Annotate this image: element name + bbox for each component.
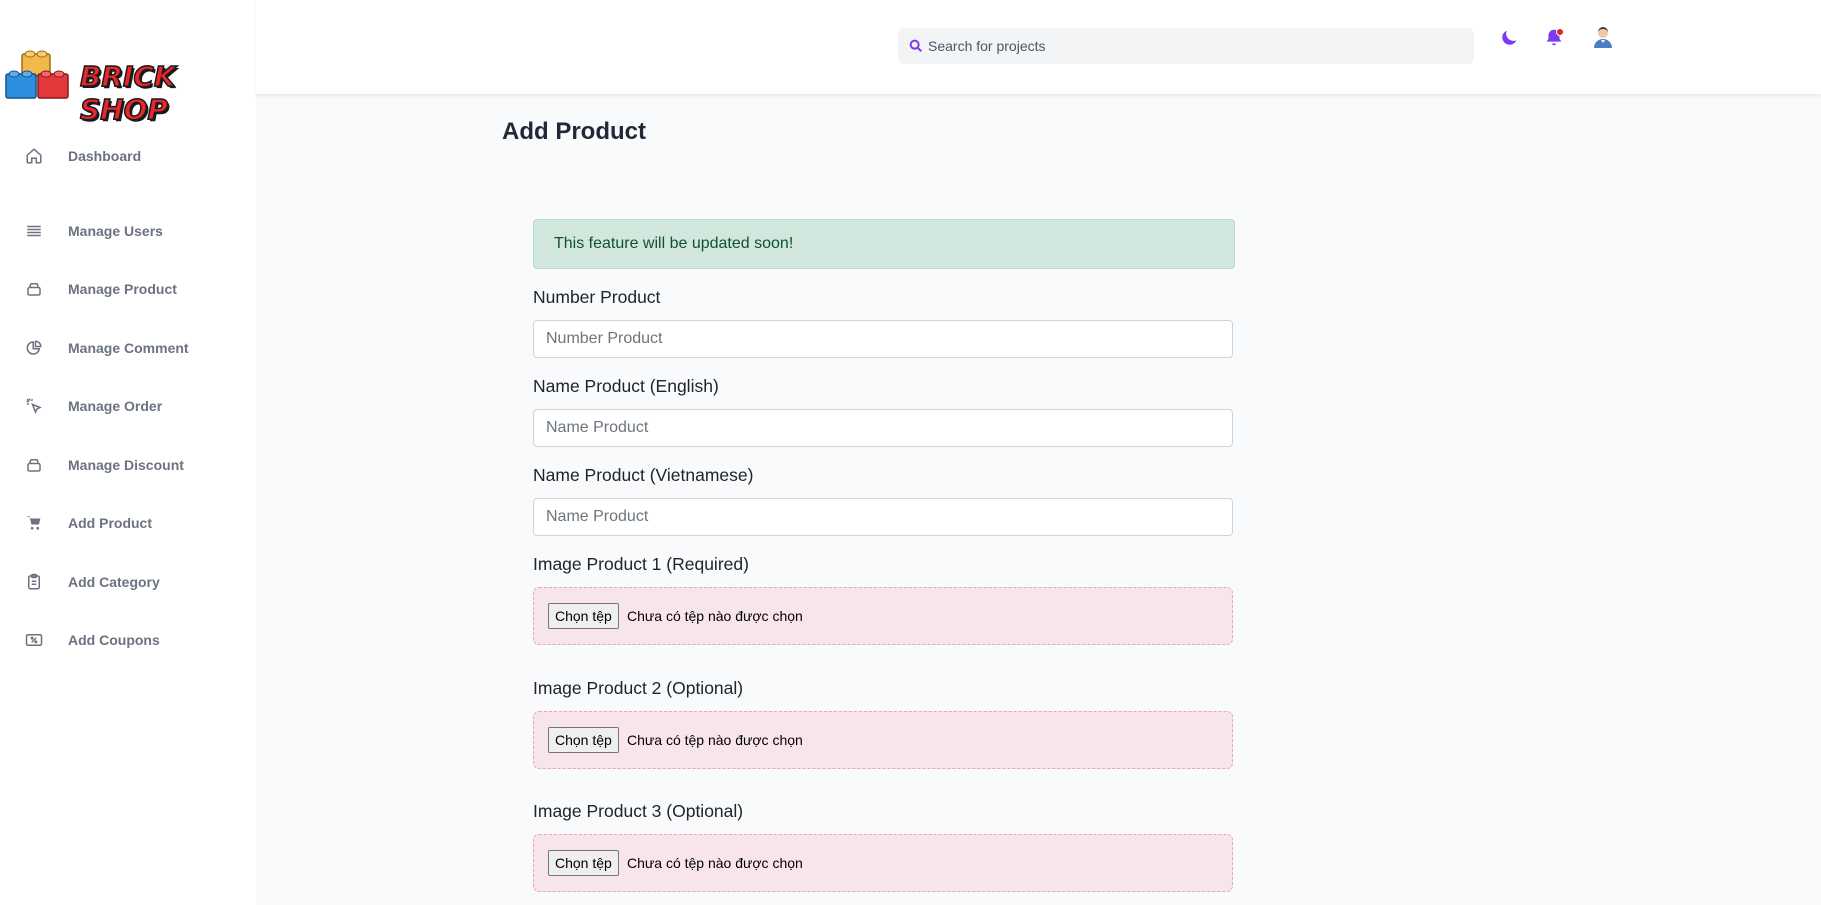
name-product-vietnamese-label: Name Product (Vietnamese)	[533, 465, 754, 485]
top-bar	[256, 0, 1821, 94]
sidebar-item-label: Manage Users	[68, 223, 163, 239]
choose-file-button[interactable]: Chọn tệp	[548, 850, 619, 876]
sidebar-item-dashboard[interactable]: Dashboard	[0, 136, 256, 176]
image-product-1-upload: Chọn tệp Chưa có tệp nào được chọn	[533, 587, 1233, 645]
sidebar-item-label: Manage Comment	[68, 340, 189, 356]
image-product-2-label: Image Product 2 (Optional)	[533, 678, 744, 698]
list-icon	[24, 221, 44, 241]
search-input[interactable]	[928, 28, 1468, 64]
pie-chart-icon	[24, 338, 44, 358]
file-status: Chưa có tệp nào được chọn	[627, 855, 803, 871]
file-status: Chưa có tệp nào được chọn	[627, 732, 803, 748]
sidebar-item-label: Add Category	[68, 574, 160, 590]
box-icon	[24, 279, 44, 299]
sidebar-item-manage-users[interactable]: Manage Users	[0, 211, 256, 251]
sidebar-item-add-product[interactable]: Add Product	[0, 503, 256, 543]
cursor-click-icon	[24, 396, 44, 416]
info-alert: This feature will be updated soon!	[533, 219, 1235, 269]
sidebar-item-label: Add Product	[68, 515, 152, 531]
image-product-3-upload: Chọn tệp Chưa có tệp nào được chọn	[533, 834, 1233, 892]
main-content: Add Product This feature will be updated…	[256, 94, 1821, 905]
sidebar-item-manage-order[interactable]: Manage Order	[0, 386, 256, 426]
number-product-input[interactable]	[533, 320, 1233, 358]
sidebar-item-manage-comment[interactable]: Manage Comment	[0, 328, 256, 368]
sidebar-item-label: Manage Discount	[68, 457, 184, 473]
image-product-2-upload: Chọn tệp Chưa có tệp nào được chọn	[533, 711, 1233, 769]
brand-name: BRICK SHOP	[79, 59, 176, 127]
page-title: Add Product	[502, 118, 646, 145]
sidebar-item-label: Manage Product	[68, 281, 177, 297]
image-product-3-label: Image Product 3 (Optional)	[533, 801, 744, 821]
sidebar: BRICK SHOP Dashboard Manage Users Manage…	[0, 0, 256, 905]
sidebar-item-label: Dashboard	[68, 148, 142, 164]
search-bar	[898, 28, 1474, 64]
choose-file-button[interactable]: Chọn tệp	[548, 727, 619, 753]
home-icon	[24, 146, 44, 166]
brand-logo[interactable]: BRICK SHOP	[4, 48, 250, 127]
clipboard-icon	[24, 572, 44, 592]
box-icon	[24, 455, 44, 475]
number-product-label: Number Product	[533, 287, 661, 307]
name-product-vietnamese-input[interactable]	[533, 498, 1233, 536]
name-product-english-label: Name Product (English)	[533, 376, 719, 396]
choose-file-button[interactable]: Chọn tệp	[548, 603, 619, 629]
name-product-english-input[interactable]	[533, 409, 1233, 447]
search-icon	[909, 39, 923, 53]
sidebar-item-manage-discount[interactable]: Manage Discount	[0, 445, 256, 485]
file-status: Chưa có tệp nào được chọn	[627, 608, 803, 624]
bell-icon[interactable]	[1543, 27, 1567, 51]
sidebar-item-add-coupons[interactable]: Add Coupons	[0, 620, 256, 660]
sidebar-item-add-category[interactable]: Add Category	[0, 562, 256, 602]
cart-icon	[24, 513, 44, 533]
sidebar-item-label: Manage Order	[68, 398, 163, 414]
moon-icon[interactable]	[1498, 27, 1522, 51]
lego-bricks-icon	[5, 50, 69, 99]
sidebar-item-label: Add Coupons	[68, 632, 160, 648]
image-product-1-label: Image Product 1 (Required)	[533, 554, 749, 574]
percent-icon	[24, 630, 44, 650]
sidebar-item-manage-product[interactable]: Manage Product	[0, 269, 256, 309]
notification-dot	[1556, 28, 1564, 36]
avatar-icon[interactable]	[1592, 25, 1616, 49]
